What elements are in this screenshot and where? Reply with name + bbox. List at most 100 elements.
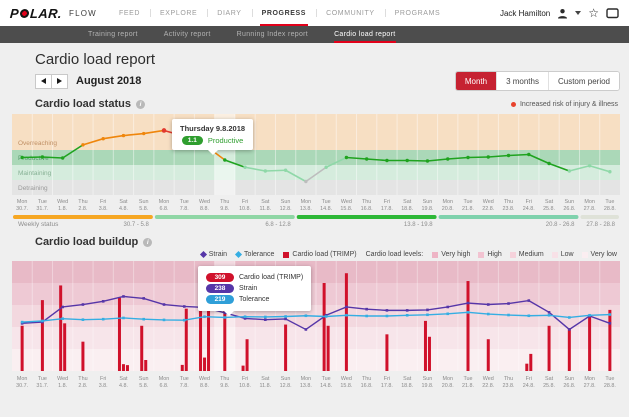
cardio-load-buildup-chart[interactable]: Mon30.7.Tue31.7.Wed1.8.Thu2.8.Fri3.8.Sat…: [12, 261, 620, 391]
cardio-load-status-chart[interactable]: OverreachingProductiveMaintainingDetrain…: [12, 114, 620, 229]
period-button-3-months[interactable]: 3 months: [496, 72, 548, 90]
period-button-month[interactable]: Month: [456, 72, 496, 90]
svg-text:Sat: Sat: [261, 376, 270, 382]
user-area: Jack Hamilton ☆: [500, 8, 619, 19]
legend-trimp-label: Cardio load (TRIMP): [292, 251, 356, 258]
svg-text:12.8.: 12.8.: [280, 383, 292, 389]
svg-text:10.8.: 10.8.: [239, 383, 251, 389]
status-point-1: [41, 155, 44, 158]
svg-text:6.8.: 6.8.: [160, 206, 169, 212]
svg-text:15.8.: 15.8.: [340, 383, 352, 389]
trimp-bar-day-20: [428, 337, 431, 371]
svg-text:30.7 - 5.8: 30.7 - 5.8: [124, 222, 150, 228]
svg-text:5.8.: 5.8.: [139, 383, 148, 389]
buildup-tooltip-row-tolerance: 219Tolerance: [206, 295, 303, 304]
svg-text:14.8.: 14.8.: [320, 206, 332, 212]
svg-text:Tue: Tue: [322, 199, 331, 205]
svg-text:Fri: Fri: [384, 376, 390, 382]
svg-text:17.8.: 17.8.: [381, 383, 393, 389]
status-point-21: [446, 157, 449, 160]
trimp-bar-day-5: [118, 298, 121, 371]
status-point-12: [264, 169, 267, 172]
nav-item-programs[interactable]: PROGRAMS: [385, 0, 451, 26]
trimp-bar-day-1: [41, 300, 44, 371]
svg-text:Mon: Mon: [584, 376, 595, 382]
svg-text:8.8.: 8.8.: [200, 206, 209, 212]
nav-item-explore[interactable]: EXPLORE: [150, 0, 207, 26]
subnav-item-cardio-load-report[interactable]: Cardio load report: [334, 26, 395, 43]
status-state-label: Productive: [208, 136, 243, 145]
levels-label: Cardio load levels:: [366, 251, 424, 258]
trimp-bar-day-8: [181, 365, 184, 371]
svg-text:Mon: Mon: [159, 376, 170, 382]
trimp-bar-day-18: [385, 334, 388, 371]
weekly-status-bar: [155, 215, 295, 219]
legend-strain: Strain: [201, 251, 227, 258]
subnav-item-activity-report[interactable]: Activity report: [164, 26, 211, 43]
subnav-item-training-report[interactable]: Training report: [88, 26, 138, 43]
svg-text:20.8 - 26.8: 20.8 - 26.8: [546, 222, 575, 228]
previous-period-button[interactable]: [35, 74, 52, 89]
svg-text:12.8.: 12.8.: [280, 206, 292, 212]
svg-text:28.8.: 28.8.: [604, 383, 616, 389]
status-point-17: [365, 157, 368, 160]
info-icon[interactable]: i: [136, 100, 145, 109]
svg-text:23.8.: 23.8.: [503, 383, 515, 389]
period-row: August 2018 Month3 monthsCustom period: [9, 71, 620, 91]
svg-text:19.8.: 19.8.: [421, 206, 433, 212]
nav-item-community[interactable]: COMMUNITY: [316, 0, 385, 26]
user-menu[interactable]: Jack Hamilton: [500, 9, 550, 18]
svg-text:19.8.: 19.8.: [421, 383, 433, 389]
svg-text:Sat: Sat: [119, 376, 128, 382]
nav-item-feed[interactable]: FEED: [109, 0, 150, 26]
svg-text:18.8.: 18.8.: [401, 206, 413, 212]
logo-text-lar: LAR.: [30, 6, 63, 21]
svg-text:Sun: Sun: [565, 376, 575, 382]
trimp-bar-day-9: [203, 358, 206, 371]
svg-text:1.8.: 1.8.: [58, 383, 67, 389]
svg-text:20.8.: 20.8.: [442, 383, 454, 389]
status-point-6: [142, 132, 145, 135]
legend-strain-label: Strain: [209, 251, 227, 258]
user-icon[interactable]: [557, 8, 568, 19]
trimp-bar-day-23: [487, 339, 490, 371]
trimp-bar-day-8: [185, 309, 188, 371]
trimp-bar-day-27: [568, 328, 571, 371]
levels-legend: Very highHighMediumLowVery low: [432, 251, 617, 258]
period-button-custom-period[interactable]: Custom period: [548, 72, 619, 90]
nav-item-diary[interactable]: DIARY: [207, 0, 251, 26]
feedback-icon[interactable]: [606, 8, 619, 19]
trimp-bar-day-29: [608, 310, 611, 371]
svg-text:Mon: Mon: [301, 376, 312, 382]
nav-item-progress[interactable]: PROGRESS: [252, 0, 316, 26]
svg-text:26.8.: 26.8.: [563, 383, 575, 389]
polar-logo[interactable]: PLAR.: [9, 6, 62, 21]
svg-text:Detraining: Detraining: [18, 185, 48, 192]
arrow-right-icon: [57, 78, 62, 84]
tolerance-diamond-icon: [235, 251, 242, 258]
trimp-bar-day-15: [327, 326, 330, 371]
svg-text:Wed: Wed: [57, 376, 68, 382]
svg-text:Thu: Thu: [504, 376, 513, 382]
trimp-bar-day-6: [144, 360, 147, 371]
arrow-left-icon: [41, 78, 46, 84]
svg-text:Wed: Wed: [341, 376, 352, 382]
very-high-square-icon: [432, 252, 438, 258]
trimp-square-icon: [283, 252, 289, 258]
trimp-bar-day-5: [122, 364, 125, 371]
trimp-bar-day-16: [345, 273, 348, 371]
info-icon[interactable]: i: [143, 238, 152, 247]
period-buttons: Month3 monthsCustom period: [455, 71, 620, 91]
svg-text:Wed: Wed: [199, 376, 210, 382]
next-period-button[interactable]: [51, 74, 68, 89]
subnav-item-running-index-report[interactable]: Running Index report: [237, 26, 308, 43]
svg-text:6.8 - 12.8: 6.8 - 12.8: [265, 222, 291, 228]
svg-text:Tue: Tue: [38, 199, 47, 205]
svg-text:20.8.: 20.8.: [442, 206, 454, 212]
status-point-25: [527, 153, 530, 156]
period-arrows: [35, 74, 68, 89]
caret-down-icon[interactable]: [575, 11, 581, 15]
favorites-star-icon[interactable]: ☆: [588, 8, 599, 18]
svg-text:Thu: Thu: [78, 376, 87, 382]
svg-text:Thu: Thu: [78, 199, 87, 205]
